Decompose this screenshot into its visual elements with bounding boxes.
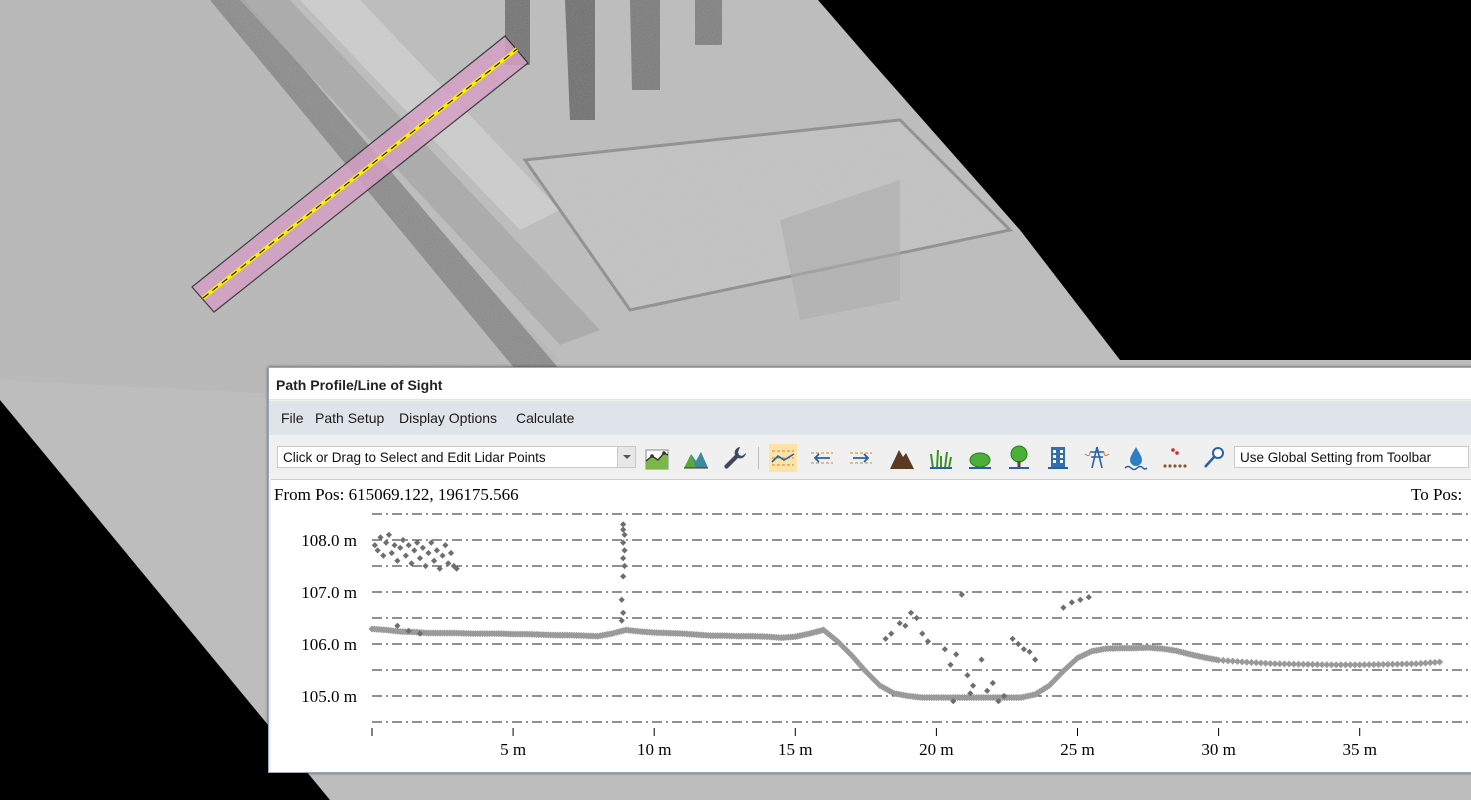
data-point [989, 679, 996, 687]
terrain-profile-icon[interactable] [643, 444, 671, 472]
power-line-icon[interactable] [1083, 444, 1111, 472]
data-point [1068, 599, 1075, 606]
y-tick-label: 106.0 m [301, 635, 357, 654]
profile-plot-area[interactable]: From Pos: 615069.122, 196175.566 To Pos:… [271, 479, 1471, 772]
toolbar: Click or Drag to Select and Edit Lidar P… [269, 438, 1471, 476]
profile-display-icon[interactable] [769, 444, 797, 472]
data-point [924, 638, 932, 645]
3d-terrain-icon[interactable] [682, 444, 710, 472]
data-point [425, 549, 432, 557]
data-point [1060, 604, 1067, 611]
data-point [371, 542, 378, 549]
data-point [1015, 640, 1022, 648]
data-point [941, 646, 948, 653]
data-point [380, 552, 387, 559]
data-point [621, 562, 628, 570]
mountain-icon[interactable] [888, 444, 916, 472]
data-point [447, 549, 455, 557]
data-point [388, 549, 395, 557]
edit-mode-value: Click or Drag to Select and Edit Lidar P… [283, 450, 546, 465]
edit-mode-select[interactable]: Click or Drag to Select and Edit Lidar P… [277, 446, 636, 468]
y-tick-label: 107.0 m [301, 583, 357, 602]
data-point [969, 682, 977, 689]
toolbar-separator [758, 447, 759, 469]
menu-bar: File Path Setup Display Options Calculat… [269, 401, 1471, 435]
data-point [1077, 596, 1084, 603]
menu-display-options[interactable]: Display Options [399, 410, 497, 426]
data-point [913, 614, 920, 622]
x-tick-label: 15 m [778, 740, 812, 759]
menu-file[interactable]: File [281, 410, 304, 426]
setting-select-value: Use Global Setting from Toolbar [1240, 450, 1432, 465]
data-point [442, 542, 449, 549]
x-tick-label: 25 m [1060, 740, 1094, 759]
data-point [391, 542, 398, 549]
data-point [405, 542, 412, 549]
data-point [402, 552, 409, 559]
data-point [620, 573, 627, 580]
x-tick-label: 35 m [1342, 740, 1376, 759]
pin-tool-icon[interactable] [1200, 444, 1228, 472]
data-point [374, 547, 381, 554]
x-tick-label: 10 m [637, 740, 671, 759]
data-point [1026, 648, 1033, 655]
water-icon[interactable] [1122, 444, 1150, 472]
data-point [1436, 658, 1444, 666]
data-point [416, 555, 424, 562]
data-point [439, 552, 446, 559]
data-point [888, 630, 895, 637]
x-tick-label: 5 m [500, 740, 526, 759]
data-point [964, 672, 971, 679]
data-point [902, 622, 909, 629]
data-point [382, 539, 390, 546]
data-point [419, 544, 426, 551]
data-point [399, 536, 407, 544]
data-point [1020, 646, 1027, 653]
data-point [385, 531, 393, 538]
path-profile-window: Path Profile/Line of Sight File Path Set… [268, 367, 1471, 773]
data-point [978, 656, 985, 663]
data-point [882, 635, 889, 642]
forward-path-icon[interactable] [847, 444, 875, 472]
data-point [433, 547, 441, 554]
data-point [984, 687, 991, 694]
data-point [620, 526, 627, 533]
data-point [1032, 656, 1039, 663]
data-point [919, 630, 926, 637]
x-tick-label: 30 m [1201, 740, 1235, 759]
data-point [394, 557, 401, 564]
profile-chart[interactable]: 5 m 10 m 15 m 20 m 25 m 30 m 35 m 105.0 m 106.0 … [271, 480, 1471, 772]
chevron-down-icon[interactable] [617, 447, 635, 467]
menu-calculate[interactable]: Calculate [516, 410, 574, 426]
menu-path-setup[interactable]: Path Setup [315, 410, 384, 426]
wrench-icon[interactable] [721, 444, 749, 472]
data-point [618, 596, 625, 603]
data-point [1085, 594, 1092, 601]
reverse-path-icon[interactable] [808, 444, 836, 472]
data-point [953, 651, 960, 658]
data-point [621, 531, 628, 538]
data-point [1009, 635, 1016, 642]
setting-select[interactable]: Use Global Setting from Toolbar [1234, 446, 1469, 468]
data-point [620, 609, 627, 616]
window-titlebar[interactable]: Path Profile/Line of Sight [269, 368, 1471, 400]
data-point [947, 661, 954, 668]
data-point [907, 609, 915, 616]
data-point [397, 544, 404, 551]
data-point [422, 562, 429, 570]
point-cloud-icon[interactable] [1161, 444, 1189, 472]
data-point [896, 620, 903, 627]
window-title: Path Profile/Line of Sight [276, 377, 443, 393]
tree-icon[interactable] [1005, 444, 1033, 472]
data-point [621, 547, 628, 554]
building-icon[interactable] [1044, 444, 1072, 472]
x-tick-label: 20 m [919, 740, 953, 759]
shrub-icon[interactable] [966, 444, 994, 472]
data-point [411, 547, 418, 554]
y-tick-label: 105.0 m [301, 687, 357, 706]
data-point [620, 555, 627, 562]
data-point [430, 557, 438, 564]
y-tick-label: 108.0 m [301, 531, 357, 550]
grass-icon[interactable] [927, 444, 955, 472]
